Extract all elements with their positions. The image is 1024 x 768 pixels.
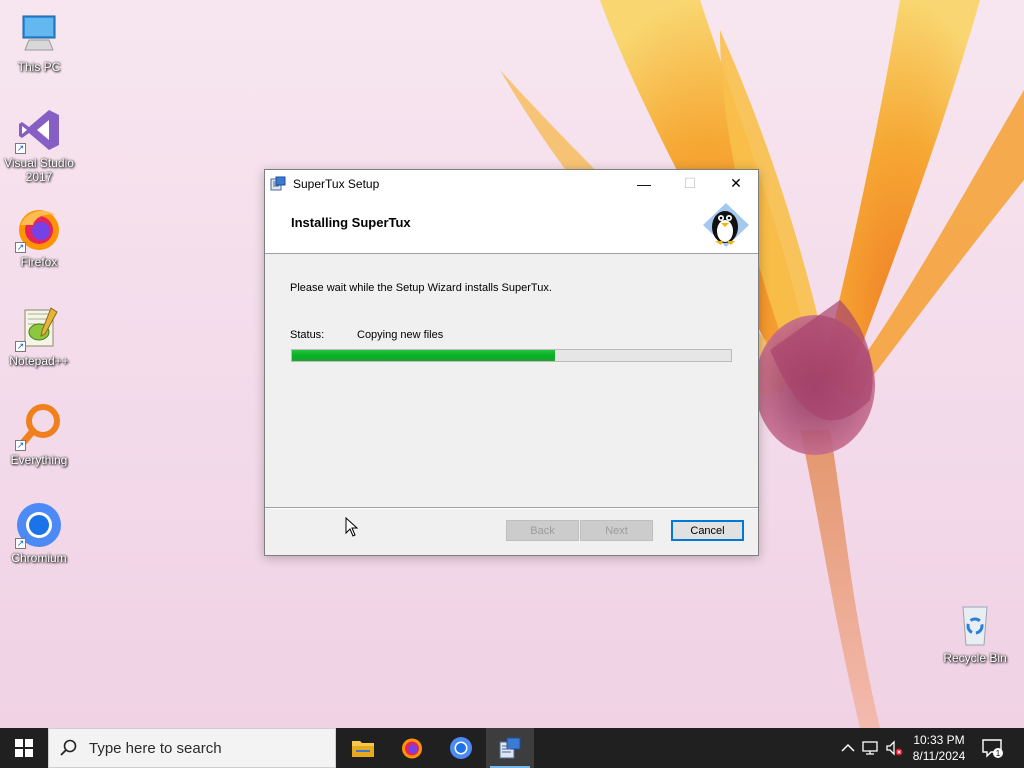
firefox-icon: ↗ xyxy=(15,205,63,253)
shortcut-arrow-icon: ↗ xyxy=(15,143,26,154)
dialog-banner: Installing SuperTux xyxy=(265,197,758,254)
taskbar: 10:33 PM 8/11/2024 1 xyxy=(0,728,1024,768)
desktop-icon-label: Visual Studio 2017 xyxy=(4,156,74,184)
mouse-cursor-icon xyxy=(345,516,359,537)
maximize-button: ☐ xyxy=(683,175,697,191)
search-input[interactable] xyxy=(89,739,319,757)
taskbar-supertux-setup[interactable] xyxy=(486,728,534,768)
progress-fill xyxy=(292,350,556,361)
notepad-plus-plus-icon: ↗ xyxy=(15,304,63,352)
installer-icon xyxy=(270,176,286,192)
start-button[interactable] xyxy=(0,728,48,768)
desktop-icon-visual-studio[interactable]: ↗ Visual Studio 2017 xyxy=(1,106,77,184)
firefox-icon xyxy=(402,738,422,759)
taskbar-search-box[interactable] xyxy=(48,728,336,768)
desktop-icon-firefox[interactable]: ↗ Firefox xyxy=(1,205,77,269)
clock-time: 10:33 PM xyxy=(913,733,965,747)
desktop-icon-label: Recycle Bin xyxy=(943,651,1007,665)
desktop-icon-label: Everything xyxy=(10,453,68,467)
supertux-penguin-logo xyxy=(701,201,751,249)
desktop-icon-chromium[interactable]: ↗ Chromium xyxy=(1,501,77,565)
window-title: SuperTux Setup xyxy=(293,176,380,191)
visual-studio-icon: ↗ xyxy=(15,106,63,154)
dialog-content: Please wait while the Setup Wizard insta… xyxy=(265,254,758,506)
windows-logo-icon xyxy=(15,739,33,757)
shortcut-arrow-icon: ↗ xyxy=(15,440,26,451)
install-description: Please wait while the Setup Wizard insta… xyxy=(290,282,552,294)
clock-date: 8/11/2024 xyxy=(912,749,966,763)
page-heading: Installing SuperTux xyxy=(291,215,411,230)
back-button[interactable]: Back xyxy=(506,520,579,541)
desktop-icon-label: Chromium xyxy=(11,551,67,565)
taskbar-firefox[interactable] xyxy=(388,728,436,768)
desktop-icon-everything[interactable]: ↗ Everything xyxy=(1,403,77,467)
installer-icon xyxy=(499,737,521,759)
computer-icon xyxy=(15,10,63,58)
notification-icon: 1 xyxy=(982,739,1003,758)
chromium-icon: ↗ xyxy=(15,501,63,549)
desktop-icon-label: Notepad++ xyxy=(9,354,69,368)
minimize-button[interactable]: — xyxy=(621,170,667,197)
close-button[interactable]: ✕ xyxy=(713,170,759,197)
desktop-icon-recycle-bin[interactable]: Recycle Bin xyxy=(937,601,1013,665)
install-progress-bar xyxy=(291,349,732,362)
notification-center-button[interactable]: 1 xyxy=(980,736,1004,760)
status-value: Copying new files xyxy=(357,329,444,341)
chromium-icon xyxy=(450,737,472,759)
footer-divider xyxy=(265,507,758,509)
shortcut-arrow-icon: ↗ xyxy=(15,242,26,253)
notification-count: 1 xyxy=(996,749,1001,758)
shortcut-arrow-icon: ↗ xyxy=(15,538,26,549)
desktop-icon-notepad-plus-plus[interactable]: ↗ Notepad++ xyxy=(1,304,77,368)
status-label: Status: xyxy=(290,329,325,341)
title-bar[interactable]: SuperTux Setup — ☐ ✕ xyxy=(265,170,758,197)
taskbar-clock[interactable]: 10:33 PM 8/11/2024 xyxy=(906,732,972,764)
desktop-icon-label: Firefox xyxy=(20,255,58,269)
recycle-bin-icon xyxy=(951,601,999,649)
taskbar-chromium[interactable] xyxy=(437,728,485,768)
cancel-button[interactable]: Cancel xyxy=(671,520,744,541)
setup-dialog: SuperTux Setup — ☐ ✕ Installing SuperTux… xyxy=(264,169,759,556)
everything-search-icon: ↗ xyxy=(15,403,63,451)
desktop-icon-label: This PC xyxy=(17,60,61,74)
search-icon xyxy=(60,739,77,756)
taskbar-file-explorer[interactable] xyxy=(339,728,387,768)
desktop-icon-this-pc[interactable]: This PC xyxy=(1,10,77,74)
volume-muted-icon[interactable] xyxy=(884,738,904,758)
chevron-up-icon[interactable] xyxy=(838,738,858,758)
network-icon[interactable] xyxy=(861,738,881,758)
shortcut-arrow-icon: ↗ xyxy=(15,341,26,352)
folder-icon xyxy=(352,741,374,757)
next-button[interactable]: Next xyxy=(580,520,653,541)
